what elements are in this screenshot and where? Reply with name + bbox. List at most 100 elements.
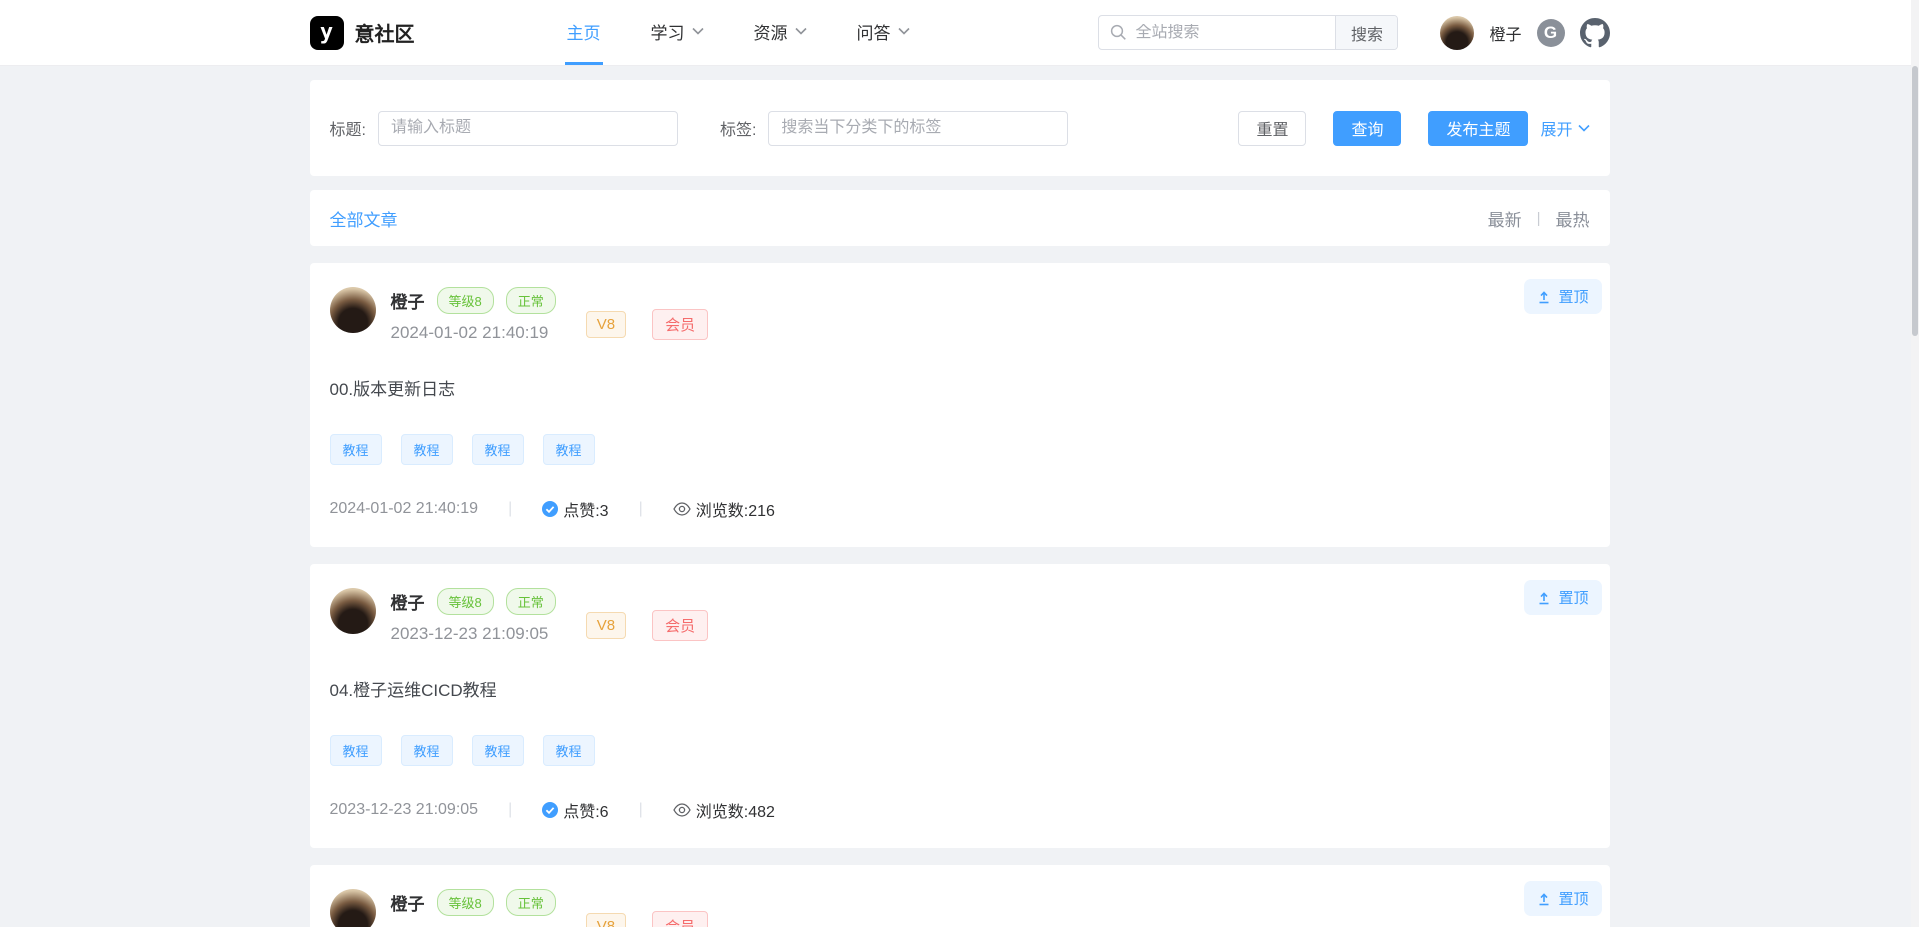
expand-toggle[interactable]: 展开 [1540, 116, 1589, 140]
nav-item-resources[interactable]: 资源 [752, 0, 809, 65]
article-tag[interactable]: 教程 [401, 434, 453, 465]
author-row: 橙子 等级8 正常 2023-12-16 15:22:38 V8 会员 [330, 889, 1590, 927]
author-info: 橙子 等级8 正常 2023-12-23 21:09:05 [391, 588, 556, 644]
title-filter-group: 标题: [330, 111, 678, 146]
title-filter-label: 标题: [330, 116, 366, 140]
eye-icon [673, 502, 691, 516]
nav-item-label: 资源 [754, 19, 788, 44]
author-row: 橙子 等级8 正常 2023-12-23 21:09:05 V8 会员 [330, 588, 1590, 644]
eye-icon [673, 803, 691, 817]
level-badge: 等级8 [437, 588, 494, 615]
article-list: 置顶 橙子 等级8 正常 2024-01-02 21:40:19 V8 会员 0… [310, 263, 1610, 927]
sort-hot[interactable]: 最热 [1556, 206, 1590, 231]
article-tag[interactable]: 教程 [543, 735, 595, 766]
author-info: 橙子 等级8 正常 2023-12-16 15:22:38 [391, 889, 556, 927]
reset-button[interactable]: 重置 [1238, 111, 1306, 146]
article-tag[interactable]: 教程 [330, 434, 382, 465]
main-nav: 主页 学习 资源 问答 [565, 0, 912, 65]
membership-badges: V8 会员 [586, 911, 708, 927]
footer-divider: | [639, 801, 643, 819]
publish-topic-button[interactable]: 发布主题 [1428, 111, 1528, 146]
article-card: 置顶 橙子 等级8 正常 2024-01-02 21:40:19 V8 会员 0… [310, 263, 1610, 547]
author-avatar[interactable] [330, 287, 376, 333]
article-title[interactable]: 00.版本更新日志 [330, 375, 1590, 400]
author-avatar[interactable] [330, 889, 376, 927]
chevron-down-icon [1578, 124, 1590, 132]
nav-item-label: 学习 [651, 19, 685, 44]
article-tag[interactable]: 教程 [401, 735, 453, 766]
likes-label: 点赞:3 [563, 497, 608, 521]
gitee-icon[interactable]: G [1537, 19, 1565, 47]
user-avatar[interactable] [1440, 16, 1474, 50]
search-icon [1110, 24, 1127, 41]
sort-latest[interactable]: 最新 [1488, 206, 1522, 231]
status-badge: 正常 [506, 588, 556, 615]
scrollbar-thumb[interactable] [1912, 66, 1918, 336]
vip-badge: V8 [586, 913, 626, 927]
views-stat: 浏览数:216 [673, 497, 775, 521]
pin-label: 置顶 [1558, 888, 1588, 909]
title-filter-input[interactable] [378, 111, 678, 146]
article-footer: 2024-01-02 21:40:19 | 点赞:3 | 浏览数:216 [330, 497, 1590, 521]
nav-item-label: 问答 [857, 19, 891, 44]
pin-to-top-button[interactable]: 置顶 [1524, 279, 1601, 314]
all-articles-link[interactable]: 全部文章 [330, 206, 398, 231]
likes-stat: 点赞:3 [542, 497, 608, 521]
pin-top-icon [1537, 892, 1551, 906]
membership-badges: V8 会员 [586, 610, 708, 641]
pin-to-top-button[interactable]: 置顶 [1524, 881, 1601, 916]
tag-filter-group: 标签: [720, 111, 1068, 146]
nav-item-learn[interactable]: 学习 [649, 0, 706, 65]
article-tag[interactable]: 教程 [543, 434, 595, 465]
author-info: 橙子 等级8 正常 2024-01-02 21:40:19 [391, 287, 556, 343]
query-button[interactable]: 查询 [1333, 111, 1401, 146]
pin-label: 置顶 [1558, 286, 1588, 307]
brand-logo-icon: y [310, 16, 344, 50]
pin-to-top-button[interactable]: 置顶 [1524, 580, 1601, 615]
like-check-icon [542, 501, 558, 517]
article-tag-row: 教程教程教程教程 [330, 434, 1590, 465]
github-icon[interactable] [1580, 18, 1610, 48]
member-badge: 会员 [652, 911, 708, 927]
article-tag[interactable]: 教程 [472, 735, 524, 766]
article-tag[interactable]: 教程 [330, 735, 382, 766]
article-tag-row: 教程教程教程教程 [330, 735, 1590, 766]
article-footer: 2023-12-23 21:09:05 | 点赞:6 | 浏览数:482 [330, 798, 1590, 822]
pin-top-icon [1537, 591, 1551, 605]
chevron-down-icon [898, 27, 910, 35]
search-input[interactable] [1135, 24, 1335, 42]
brand[interactable]: y 意社区 [310, 16, 415, 50]
article-list-header: 全部文章 最新 | 最热 [310, 190, 1610, 246]
level-badge: 等级8 [437, 889, 494, 916]
nav-item-home[interactable]: 主页 [565, 0, 603, 65]
pin-top-icon [1537, 290, 1551, 304]
article-title[interactable]: 04.橙子运维CICD教程 [330, 676, 1590, 701]
likes-label: 点赞:6 [563, 798, 608, 822]
footer-divider: | [639, 500, 643, 518]
search-button[interactable]: 搜索 [1335, 16, 1397, 49]
article-tag[interactable]: 教程 [472, 434, 524, 465]
expand-label: 展开 [1540, 116, 1572, 140]
chevron-down-icon [692, 27, 704, 35]
user-cluster: 橙子 G [1440, 16, 1609, 50]
membership-badges: V8 会员 [586, 309, 708, 340]
likes-stat: 点赞:6 [542, 798, 608, 822]
member-badge: 会员 [652, 610, 708, 641]
user-name[interactable]: 橙子 [1489, 21, 1521, 45]
nav-item-qa[interactable]: 问答 [855, 0, 912, 65]
filter-actions: 重置 查询 发布主题 展开 [1238, 111, 1589, 146]
author-name[interactable]: 橙子 [391, 589, 425, 614]
tag-filter-input[interactable] [768, 111, 1068, 146]
footer-divider: | [508, 801, 512, 819]
article-card: 置顶 橙子 等级8 正常 2023-12-23 21:09:05 V8 会员 0… [310, 564, 1610, 848]
author-avatar[interactable] [330, 588, 376, 634]
views-stat: 浏览数:482 [673, 798, 775, 822]
views-label: 浏览数:482 [696, 798, 775, 822]
views-label: 浏览数:216 [696, 497, 775, 521]
post-datetime: 2024-01-02 21:40:19 [391, 323, 556, 343]
author-name[interactable]: 橙子 [391, 890, 425, 915]
article-card: 置顶 橙子 等级8 正常 2023-12-16 15:22:38 V8 会员 [310, 865, 1610, 927]
author-name[interactable]: 橙子 [391, 288, 425, 313]
scrollbar-track[interactable] [1911, 0, 1919, 927]
post-datetime: 2023-12-23 21:09:05 [391, 624, 556, 644]
